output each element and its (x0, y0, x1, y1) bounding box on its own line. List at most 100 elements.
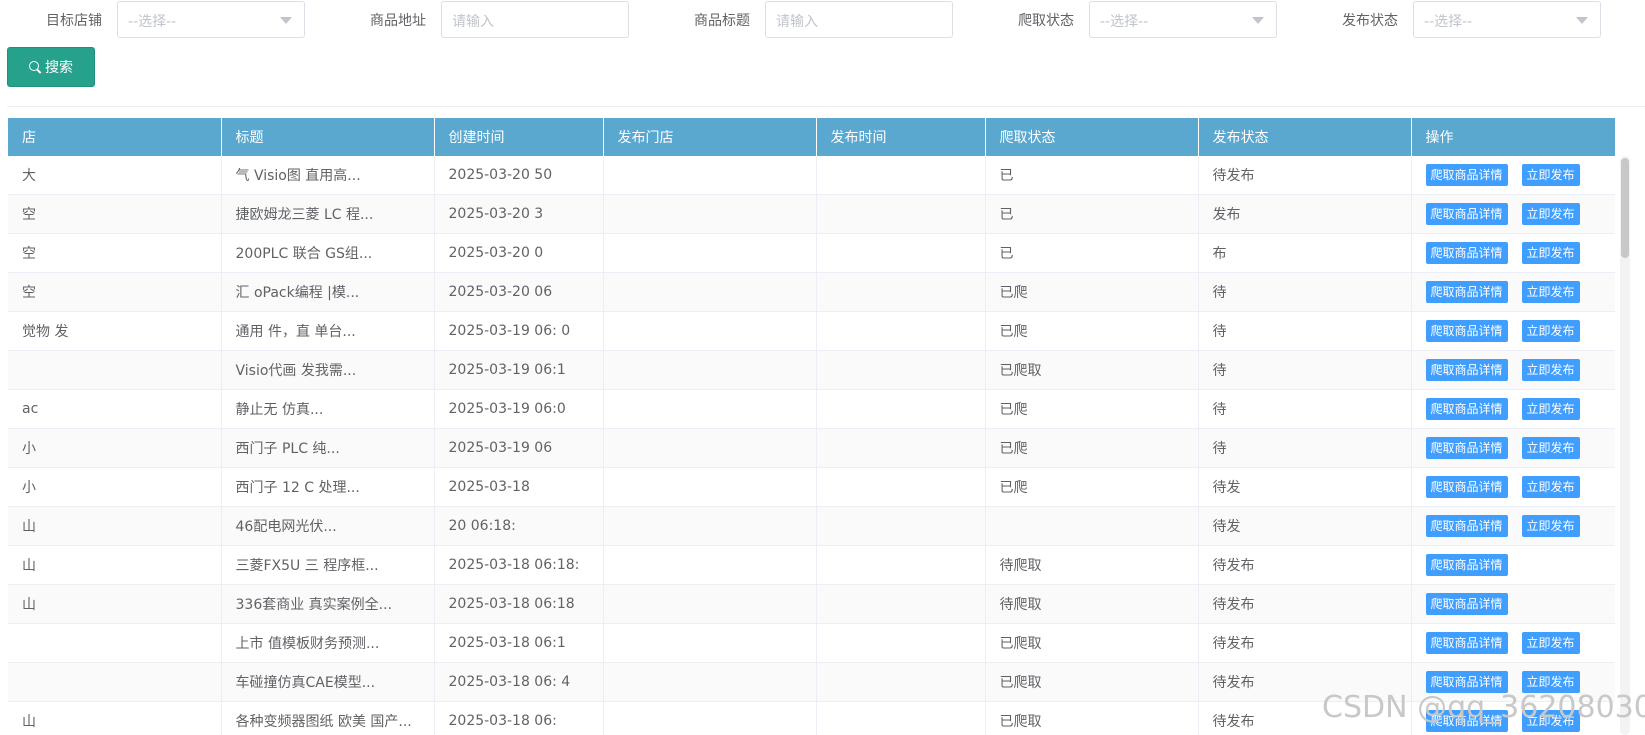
cell-title[interactable]: 西门子 12 C 处理... (221, 467, 435, 507)
filter-label-shop: 目标店铺 (46, 13, 102, 29)
cell-shop[interactable]: ac (8, 389, 222, 429)
cell-pubtime (816, 545, 986, 585)
cell-title[interactable]: 三菱FX5U 三 程序框... (221, 545, 435, 585)
cell-actions: 爬取商品详情 立即发布 (1411, 156, 1615, 195)
publish-now-button[interactable]: 立即发布 (1521, 632, 1580, 654)
cell-store (603, 233, 817, 273)
publish-now-button[interactable]: 立即发布 (1521, 203, 1580, 225)
crawl-detail-button[interactable]: 爬取商品详情 (1425, 359, 1508, 381)
cell-shop[interactable]: 山 (8, 701, 222, 735)
cell-pubtime (816, 428, 986, 468)
cell-title[interactable]: 车碰撞仿真CAE模型... (221, 662, 435, 702)
crawl-detail-button[interactable]: 爬取商品详情 (1425, 515, 1508, 537)
table-row: 空捷欧姆龙三菱 LC 程... 2025-03-20 3 已发布 爬取商品详情 立即发布 (8, 194, 1615, 234)
publish-status-select[interactable]: --选择-- (1413, 1, 1601, 38)
table-row: 山 336套商业 真实案例全... 2025-03-18 06:18 待爬取 待发布 爬取… (8, 584, 1615, 624)
publish-now-button[interactable]: 立即发布 (1521, 710, 1580, 732)
url-input[interactable]: 请输入 (441, 1, 629, 38)
cell-pubtime (816, 350, 986, 390)
publish-now-button[interactable]: 立即发布 (1521, 437, 1580, 459)
cell-shop[interactable]: 山 (8, 584, 222, 624)
cell-title[interactable]: 静止无 仿真... (221, 389, 435, 429)
crawl-detail-button[interactable]: 爬取商品详情 (1425, 281, 1508, 303)
cell-shop[interactable]: 小 (8, 467, 222, 507)
cell-pubtime (816, 233, 986, 273)
cell-publish-status: 待发布 (1198, 623, 1412, 663)
cell-title[interactable]: Visio代画 发我需... (221, 350, 435, 390)
cell-created: 2025-03-18 (434, 467, 604, 507)
crawl-detail-button[interactable]: 爬取商品详情 (1425, 476, 1508, 498)
crawl-detail-button[interactable]: 爬取商品详情 (1425, 437, 1508, 459)
cell-shop[interactable]: 山 (8, 545, 222, 585)
crawl-detail-button[interactable]: 爬取商品详情 (1425, 398, 1508, 420)
filter-label-title: 商品标题 (694, 13, 750, 29)
cell-title[interactable]: 各种变频器图纸 欧美 国产... (221, 701, 435, 735)
crawl-detail-button[interactable]: 爬取商品详情 (1425, 320, 1508, 342)
cell-shop[interactable] (8, 350, 222, 390)
cell-shop[interactable]: 空 (8, 272, 222, 312)
search-icon (29, 61, 41, 73)
cell-title[interactable]: 汇 oPack编程 |模... (221, 272, 435, 312)
cell-publish-status: 布 (1198, 233, 1412, 273)
cell-shop[interactable]: 大 (8, 156, 222, 195)
table-row: 上市 值模板财务预测... 2025-03-18 06:1 已爬取 待发布 爬取商品详情… (8, 623, 1615, 663)
cell-actions: 爬取商品详情 (1411, 545, 1615, 585)
cell-shop[interactable]: 空 (8, 194, 222, 234)
cell-created: 2025-03-18 06: 4 (434, 662, 604, 702)
shop-select[interactable]: --选择-- (117, 1, 305, 38)
table-scrollbar[interactable] (1620, 156, 1630, 735)
col-header-crawl-status: 爬取状态 (985, 118, 1199, 156)
cell-shop[interactable]: 山 (8, 506, 222, 546)
cell-shop[interactable]: 空 (8, 233, 222, 273)
cell-title[interactable]: 336套商业 真实案例全... (221, 584, 435, 624)
table-row: 山 46配电网光伏... 20 06:18: 待发 爬取商品详情 立即发布 (8, 506, 1615, 546)
publish-now-button[interactable]: 立即发布 (1521, 398, 1580, 420)
crawl-detail-button[interactable]: 爬取商品详情 (1425, 554, 1508, 576)
cell-actions: 爬取商品详情 立即发布 (1411, 350, 1615, 390)
cell-store (603, 545, 817, 585)
publish-now-button[interactable]: 立即发布 (1521, 281, 1580, 303)
cell-publish-status: 待发 (1198, 467, 1412, 507)
crawl-detail-button[interactable]: 爬取商品详情 (1425, 671, 1508, 693)
publish-now-button[interactable]: 立即发布 (1521, 671, 1580, 693)
cell-title[interactable]: 46配电网光伏... (221, 506, 435, 546)
cell-crawl-status: 已 (985, 194, 1199, 234)
publish-now-button[interactable]: 立即发布 (1521, 320, 1580, 342)
crawl-detail-button[interactable]: 爬取商品详情 (1425, 632, 1508, 654)
scrollbar-thumb[interactable] (1621, 158, 1629, 258)
crawl-detail-button[interactable]: 爬取商品详情 (1425, 164, 1508, 186)
crawl-detail-button[interactable]: 爬取商品详情 (1425, 710, 1508, 732)
col-header-created: 创建时间 (434, 118, 604, 156)
cell-title[interactable]: 200PLC 联合 GS组... (221, 233, 435, 273)
cell-title[interactable]: 捷欧姆龙三菱 LC 程... (221, 194, 435, 234)
chevron-down-icon (1252, 17, 1264, 24)
crawl-status-select[interactable]: --选择-- (1089, 1, 1277, 38)
cell-created: 20 06:18: (434, 506, 604, 546)
publish-now-button[interactable]: 立即发布 (1521, 476, 1580, 498)
cell-publish-status: 待 (1198, 272, 1412, 312)
publish-now-button[interactable]: 立即发布 (1521, 242, 1580, 264)
cell-title[interactable]: 西门子 PLC 纯... (221, 428, 435, 468)
cell-title[interactable]: 上市 值模板财务预测... (221, 623, 435, 663)
table-row: 大气 Visio图 直用高... 2025-03-20 50 已待发布 爬取商品详情立… (8, 156, 1615, 195)
publish-now-button[interactable]: 立即发布 (1521, 359, 1580, 381)
title-input[interactable]: 请输入 (765, 1, 953, 38)
crawl-detail-button[interactable]: 爬取商品详情 (1425, 203, 1508, 225)
crawl-detail-button[interactable]: 爬取商品详情 (1425, 242, 1508, 264)
cell-title[interactable]: 通用 件，直 单台... (221, 311, 435, 351)
cell-created: 2025-03-18 06: (434, 701, 604, 735)
cell-title[interactable]: 气 Visio图 直用高... (221, 156, 435, 195)
publish-now-button[interactable]: 立即发布 (1521, 164, 1580, 186)
crawl-detail-button[interactable]: 爬取商品详情 (1425, 593, 1508, 615)
search-button[interactable]: 搜索 (7, 47, 95, 87)
cell-shop[interactable] (8, 623, 222, 663)
cell-crawl-status: 待爬取 (985, 545, 1199, 585)
cell-shop[interactable]: 小 (8, 428, 222, 468)
col-header-title: 标题 (221, 118, 435, 156)
cell-store (603, 506, 817, 546)
table-row: ac 静止无 仿真... 2025-03-19 06:0 已爬待爬取商品详情 立即发布 (8, 389, 1615, 429)
cell-shop[interactable]: 觉物 发 (8, 311, 222, 351)
cell-publish-status: 待发布 (1198, 701, 1412, 735)
cell-shop[interactable] (8, 662, 222, 702)
publish-now-button[interactable]: 立即发布 (1521, 515, 1580, 537)
